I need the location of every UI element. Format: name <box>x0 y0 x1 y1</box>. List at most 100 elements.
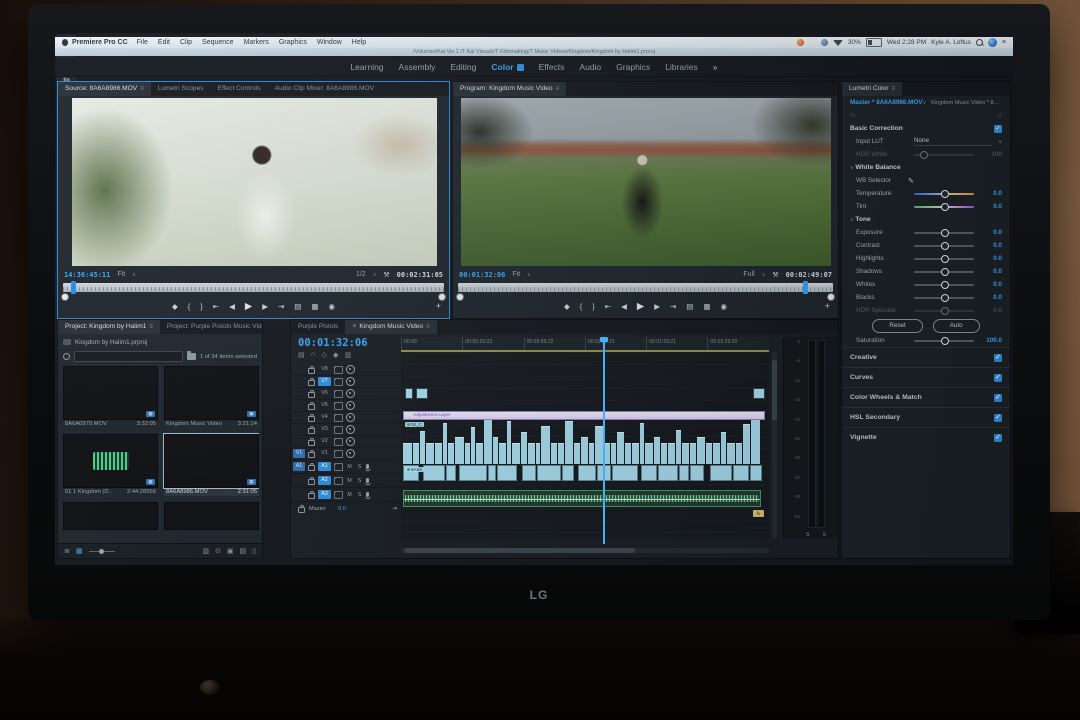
timeline-clip-segment[interactable] <box>499 443 506 464</box>
sync-lock-icon[interactable] <box>334 462 343 471</box>
source-panel-tab[interactable]: Lumetri Scopes <box>151 82 211 96</box>
source-overwrite-button[interactable]: ▦ <box>311 302 318 311</box>
timeline-clip-segment[interactable] <box>721 432 726 464</box>
tone-header[interactable]: ∨ Tone <box>842 213 1010 226</box>
chevron-down-icon[interactable]: ∨ <box>132 272 136 278</box>
timeline-clip-segment[interactable] <box>581 436 588 464</box>
source-insert-button[interactable]: ▤ <box>294 302 301 311</box>
source-scrubber[interactable] <box>61 281 446 301</box>
program-overwrite-button[interactable]: ▦ <box>703 302 710 311</box>
timeline-clip-segment[interactable] <box>465 443 470 464</box>
source-panel-tab[interactable]: Source: 8A6A8986.MOV ≡ <box>58 82 151 96</box>
sync-lock-icon[interactable] <box>334 365 343 374</box>
menu-sequence[interactable]: Sequence <box>197 39 239 46</box>
solo-button[interactable]: S <box>356 464 363 470</box>
source-patch-cell[interactable] <box>293 490 305 499</box>
button-editor-plus[interactable]: + <box>436 297 441 315</box>
timeline-clip-segment[interactable] <box>676 430 681 464</box>
program-video-frame[interactable] <box>461 98 831 266</box>
clip-card[interactable]: ▦ 01 1 Kingdom (D.. 2:44:28656 <box>63 434 158 496</box>
voiceover-record-icon[interactable] <box>364 464 371 471</box>
program-step-back-button[interactable]: ◀ <box>621 302 627 311</box>
project-file-row[interactable]: Kingdom by Halim1.prproj <box>58 336 262 348</box>
timeline-clip-segment[interactable] <box>459 465 487 481</box>
new-bin-icon[interactable]: ▣ <box>227 547 234 555</box>
workspace-tab-assembly[interactable]: Assembly <box>399 62 436 72</box>
timeline-clip-segment[interactable] <box>558 443 564 464</box>
source-step-back-button[interactable]: ◀ <box>229 302 235 311</box>
timeline-clip-segment[interactable] <box>578 465 596 481</box>
toggle-track-output-icon[interactable] <box>346 365 355 374</box>
program-mark-out-button[interactable]: } <box>592 302 595 311</box>
source-export-frame-button[interactable]: ◉ <box>328 302 335 311</box>
lumetri-section-vignette[interactable]: Vignette ✓ <box>842 427 1010 447</box>
list-view-button[interactable]: ≣ <box>64 547 70 555</box>
whites-slider[interactable] <box>914 280 974 289</box>
track-lock-icon[interactable] <box>308 365 315 374</box>
workspace-tab-libraries[interactable]: Libraries <box>665 62 698 72</box>
mute-button[interactable]: M <box>346 478 353 484</box>
toggle-track-output-icon[interactable] <box>346 401 355 410</box>
menu-graphics[interactable]: Graphics <box>274 39 312 46</box>
slider-knob[interactable] <box>940 280 949 289</box>
highlights-slider[interactable] <box>914 254 974 263</box>
source-play-button[interactable]: ▶ <box>245 301 252 312</box>
track-name[interactable]: V8 <box>318 365 331 374</box>
timeline-clip-segment[interactable] <box>679 465 689 481</box>
timeline-clip-segment[interactable] <box>435 443 442 464</box>
program-go-to-out-button[interactable]: ⇥ <box>670 302 676 311</box>
panel-menu-icon[interactable]: ≡ <box>149 320 153 334</box>
project-search-input[interactable] <box>74 351 183 362</box>
menu-edit[interactable]: Edit <box>153 39 175 46</box>
slider-knob[interactable] <box>940 241 949 250</box>
source-video-frame[interactable] <box>72 98 437 266</box>
track-name[interactable]: V3 <box>318 425 331 434</box>
track-name[interactable]: A2 <box>318 476 331 485</box>
timeline-clip-segment[interactable] <box>537 465 561 481</box>
shadows-slider[interactable] <box>914 267 974 276</box>
timeline-clip-segment[interactable] <box>551 443 557 464</box>
sync-lock-icon[interactable] <box>334 377 343 386</box>
source-current-timecode[interactable]: 14:36:45:11 <box>64 271 110 279</box>
exposure-slider[interactable] <box>914 228 974 237</box>
source-zoom-select[interactable]: Fit <box>117 271 125 278</box>
reset-button[interactable]: Reset <box>872 318 923 333</box>
menu-window[interactable]: Window <box>312 39 347 46</box>
close-tab-icon[interactable]: × <box>352 320 356 334</box>
contrast-slider[interactable] <box>914 241 974 250</box>
program-current-timecode[interactable]: 00:01:32:06 <box>459 271 505 279</box>
menu-user[interactable]: Kyle A. Loftus <box>931 39 971 46</box>
section-checkbox[interactable]: ✓ <box>994 393 1002 402</box>
slider-knob[interactable] <box>920 150 928 159</box>
project-tab[interactable]: Project: Purple Pistols Music Vid <box>160 320 262 334</box>
section-checkbox[interactable]: ✓ <box>994 413 1002 422</box>
lumetri-section-curves[interactable]: Curves ✓ <box>842 367 1010 387</box>
timeline-clip-segment[interactable] <box>528 443 535 464</box>
workspace-tab-graphics[interactable]: Graphics <box>616 62 650 72</box>
track-lock-icon[interactable] <box>308 476 315 485</box>
new-item-icon[interactable]: ▤ <box>240 547 247 555</box>
clip-card[interactable]: ▣ Kingdom Music Video 3:21:14 <box>164 366 259 428</box>
timeline-clip-segment[interactable] <box>497 465 517 481</box>
sync-lock-icon[interactable] <box>334 490 343 499</box>
source-patch-cell[interactable] <box>293 377 305 386</box>
track-lock-icon[interactable] <box>308 449 315 458</box>
program-play-button[interactable]: ▶ <box>637 301 644 312</box>
timeline-clip-segment[interactable] <box>713 443 720 464</box>
track-name[interactable]: A1 <box>318 462 331 471</box>
timeline-clip-segment[interactable] <box>488 465 496 481</box>
program-go-to-in-button[interactable]: ⇤ <box>605 302 611 311</box>
toggle-track-output-icon[interactable] <box>346 449 355 458</box>
source-patch-cell[interactable] <box>293 365 305 374</box>
solo-button[interactable]: S <box>356 492 363 498</box>
sync-lock-icon[interactable] <box>334 425 343 434</box>
timeline-clip-segment[interactable] <box>536 443 540 464</box>
source-go-to-in-button[interactable]: ⇤ <box>213 302 219 311</box>
timeline-display-settings-icon[interactable]: ▤ <box>298 351 305 359</box>
spotlight-search-icon[interactable] <box>975 39 983 46</box>
mute-button[interactable]: M <box>346 464 353 470</box>
slider-knob[interactable] <box>940 202 949 211</box>
timeline-clip-segment[interactable] <box>733 465 749 481</box>
menu-clock[interactable]: Wed 2:28 PM <box>887 39 926 46</box>
apple-menu-icon[interactable] <box>62 39 68 46</box>
